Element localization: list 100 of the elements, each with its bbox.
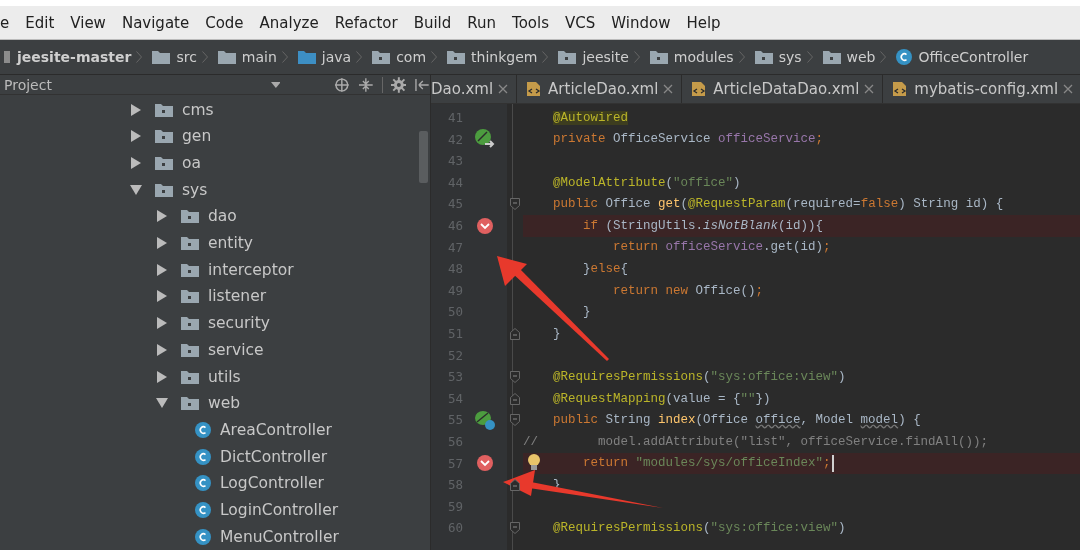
menu-item[interactable]: e [0,13,10,32]
fold-start-icon[interactable] [510,414,520,427]
breadcrumb-separator-icon [281,51,288,63]
class-icon [194,474,212,493]
breadcrumb-item[interactable]: OfficeController [895,48,1029,66]
collapsed-arrow-icon[interactable] [156,237,168,250]
collapse-icon[interactable] [358,76,374,93]
breadcrumb-item[interactable]: jeesite [557,49,629,65]
folder-icon [151,49,172,65]
tree-item[interactable]: dao [208,207,237,226]
settings-icon[interactable] [390,76,407,93]
close-icon[interactable] [663,84,674,94]
close-icon[interactable] [498,84,509,94]
menu-item[interactable]: Navigate [121,13,190,32]
breadcrumb-separator-icon [542,51,549,63]
lightbulb-icon[interactable] [527,452,541,471]
fold-end-icon[interactable] [510,392,520,405]
target-icon[interactable] [334,76,350,93]
package-folder-icon [371,49,392,65]
menu-item[interactable]: Help [686,13,721,32]
collapsed-arrow-icon[interactable] [156,317,168,330]
tree-item[interactable]: sys [182,180,208,199]
hide-panel-icon[interactable] [414,76,430,93]
package-folder-icon [180,368,200,385]
breadcrumb-item[interactable]: com [371,49,427,65]
breadcrumb-separator-icon [633,51,640,63]
package-folder-icon [154,128,174,145]
tree-item[interactable]: service [208,340,264,359]
editor-tab[interactable]: ArticleDao.xml [517,75,683,103]
code-line: // model.addAttribute("list", officeService.findAll()); [523,434,989,449]
menu-item[interactable]: Code [205,13,244,32]
editor-tab[interactable]: Dao.xml [431,75,518,103]
package-folder-icon [821,49,842,65]
package-folder-icon [180,288,200,305]
collapsed-arrow-icon[interactable] [156,210,168,223]
breadcrumb-item[interactable]: main [216,49,277,65]
breadcrumb-separator-icon [431,51,438,63]
tree-item[interactable]: DictController [220,447,328,466]
tree-item[interactable]: utils [208,367,241,386]
breakpoint-icon[interactable] [476,216,494,235]
menu-item[interactable]: Analyze [259,13,319,32]
package-folder-icon [180,395,200,412]
collapsed-arrow-icon[interactable] [130,157,142,170]
code-line: return officeService.get(id); [612,240,831,255]
fold-start-icon[interactable] [510,522,520,535]
caret-icon[interactable] [270,81,281,88]
breadcrumb-separator-icon [880,51,887,63]
collapsed-arrow-icon[interactable] [156,343,168,356]
tree-item[interactable]: gen [182,127,212,146]
expanded-arrow-icon[interactable] [130,183,142,196]
tree-item[interactable]: interceptor [208,260,294,279]
collapsed-arrow-icon[interactable] [156,290,168,303]
code-line: @RequestMapping(value = {""}) [552,391,771,406]
close-icon[interactable] [1063,84,1074,94]
collapsed-arrow-icon[interactable] [156,370,168,383]
panel-title[interactable]: Project [4,76,263,93]
collapsed-arrow-icon[interactable] [130,103,142,116]
leaf-globe-icon[interactable] [474,409,496,432]
breadcrumb-item[interactable]: modules [648,49,734,65]
tree-item[interactable]: entity [208,234,253,253]
menu-item[interactable]: Tools [512,13,549,32]
menu-item[interactable]: Refactor [334,13,398,32]
close-icon[interactable] [864,84,875,94]
package-folder-icon [180,315,200,332]
fold-end-icon[interactable] [510,327,520,340]
tree-item[interactable]: listener [208,287,267,306]
collapsed-arrow-icon[interactable] [156,263,168,276]
editor-tab[interactable]: ArticleDataDao.xml [682,75,884,103]
menu-item[interactable]: Edit [25,13,55,32]
tree-item[interactable]: MenuController [220,527,339,546]
tree-item[interactable]: oa [182,154,201,173]
breadcrumb-separator-icon [806,51,813,63]
fold-start-icon[interactable] [510,370,520,383]
breadcrumb-item[interactable]: thinkgem [446,49,538,65]
breadcrumb-item[interactable]: sys [753,49,802,65]
code-line: @RequiresPermissions("sys:office:view") [552,521,846,536]
class-icon [194,527,212,546]
collapsed-arrow-icon[interactable] [130,130,142,143]
expanded-arrow-icon[interactable] [156,397,168,410]
breakpoint-icon[interactable] [476,454,494,473]
class-icon [194,500,212,519]
menu-item[interactable]: Window [611,13,671,32]
editor-tab[interactable]: mybatis-config.xml [883,75,1080,103]
fold-start-icon[interactable] [510,198,520,211]
breadcrumb-item[interactable]: web [821,49,876,65]
tree-item[interactable]: LoginController [220,500,339,519]
tree-item[interactable]: security [208,314,270,333]
breadcrumb-item[interactable]: src [151,49,197,65]
menu-item[interactable]: Run [467,13,497,32]
tree-item[interactable]: LogController [220,474,324,493]
menu-item[interactable]: VCS [565,13,596,32]
breadcrumb-item[interactable]: java [296,49,352,65]
tree-item[interactable]: web [208,394,241,413]
tree-item[interactable]: cms [182,100,214,119]
scrollbar-thumb[interactable] [419,131,428,184]
tree-item[interactable]: AreaController [220,420,332,439]
menu-item[interactable]: View [70,13,106,32]
breadcrumb-item[interactable]: jeesite-master [4,49,132,65]
fold-end-icon[interactable] [510,478,520,491]
menu-item[interactable]: Build [413,13,452,32]
